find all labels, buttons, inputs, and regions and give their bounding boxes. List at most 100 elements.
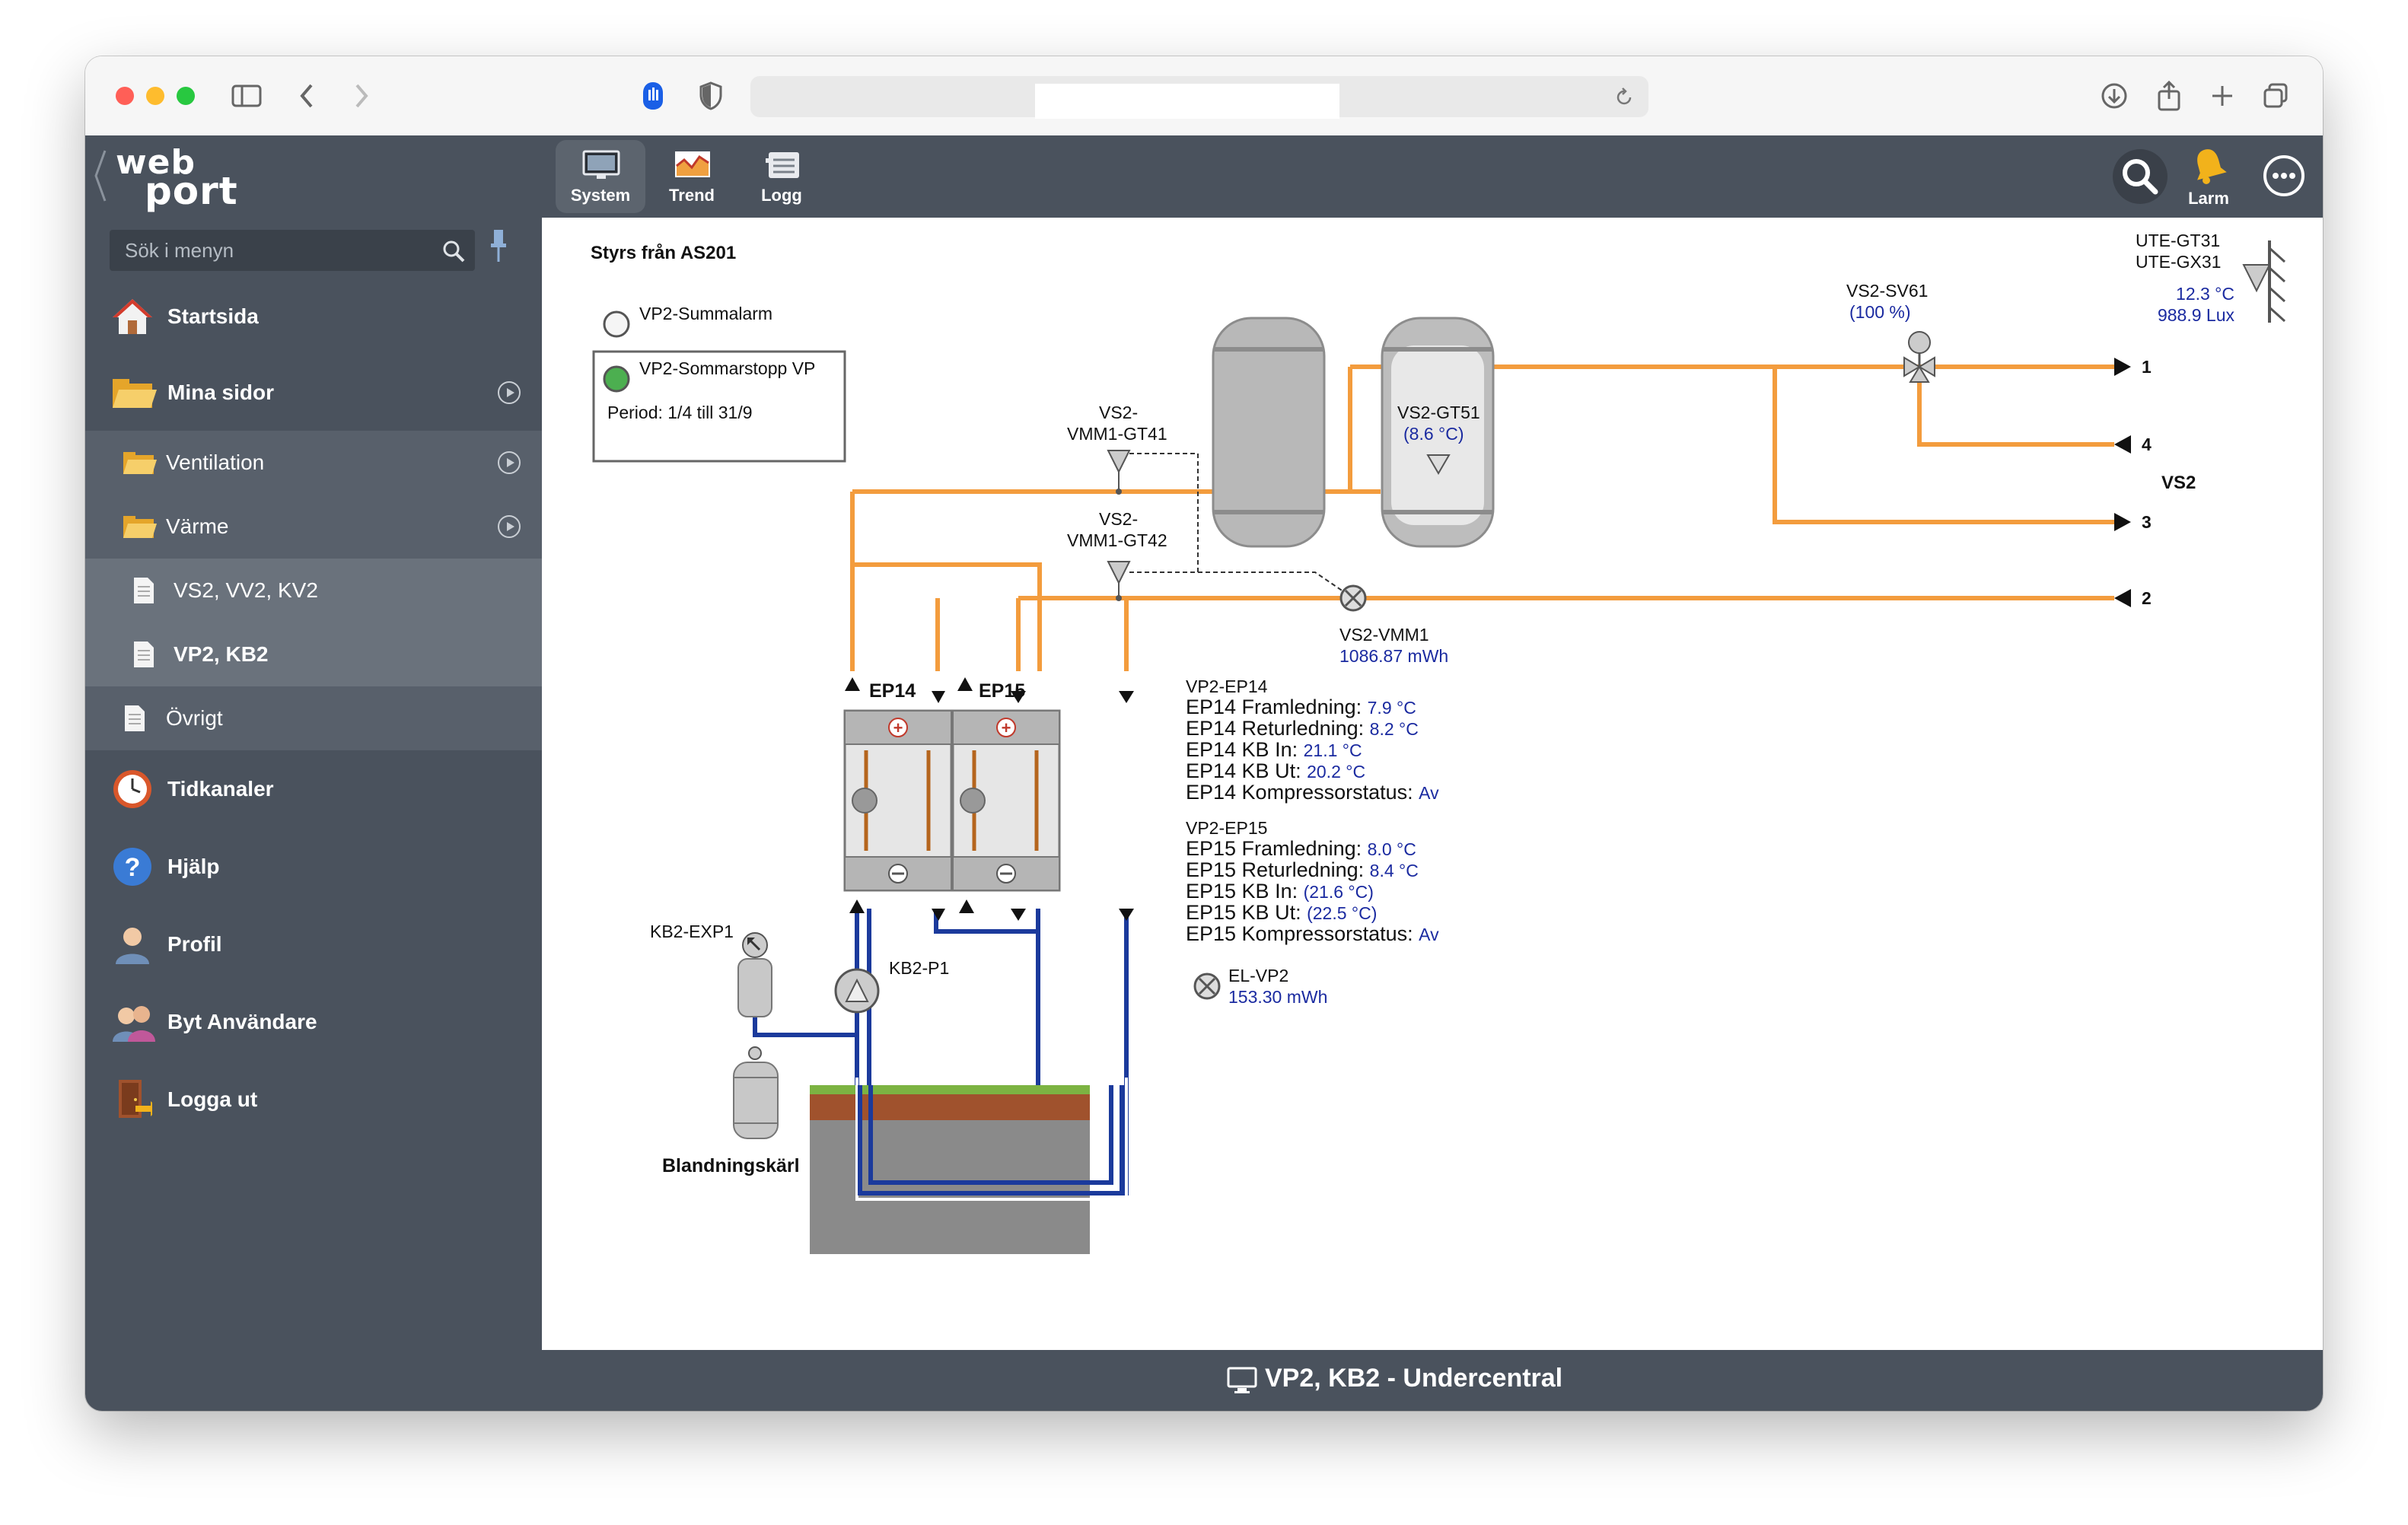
nav-trend-button[interactable]: Trend bbox=[647, 140, 737, 213]
sv61-valve-icon[interactable] bbox=[1903, 331, 1935, 383]
kb2-exp1-label: KB2-EXP1 bbox=[650, 922, 734, 941]
shield-icon[interactable] bbox=[694, 79, 728, 113]
sidebar-item-tidkanaler[interactable]: Tidkanaler bbox=[85, 750, 542, 828]
ep15-row-4: EP15 KB Ut: (22.5 °C) bbox=[1186, 901, 1377, 924]
sidebar-toggle-icon[interactable] bbox=[230, 79, 263, 113]
trend-chart-icon bbox=[675, 151, 710, 177]
sidebar-item-ovrigt[interactable]: Övrigt bbox=[85, 686, 542, 750]
new-tab-icon[interactable] bbox=[2206, 79, 2239, 113]
ep14-row-3: EP14 KB In: 21.1 °C bbox=[1186, 738, 1362, 761]
sommarstopp-period: Period: 1/4 till 31/9 bbox=[607, 403, 753, 422]
sidebar-item-profil[interactable]: Profil bbox=[85, 906, 542, 983]
folder-open-icon bbox=[123, 516, 157, 538]
el-vp2-name: EL-VP2 bbox=[1228, 966, 1288, 985]
sidebar-item-vs2-vv2-kv2[interactable]: VS2, VV2, KV2 bbox=[85, 559, 542, 622]
address-bar[interactable] bbox=[750, 76, 1648, 119]
ep14-heatpump-unit[interactable]: + bbox=[843, 709, 953, 892]
alarm-label: Larm bbox=[2188, 189, 2229, 208]
sidebar-item-varme[interactable]: Värme bbox=[85, 495, 542, 559]
blandningskarl-vessel[interactable] bbox=[733, 1062, 779, 1139]
gt51-name: VS2-GT51 bbox=[1397, 403, 1480, 422]
reload-icon[interactable] bbox=[1613, 87, 1635, 108]
ep14-row-4: EP14 KB Ut: 20.2 °C bbox=[1186, 759, 1365, 782]
close-window-button[interactable] bbox=[116, 87, 134, 105]
clock-icon bbox=[113, 770, 151, 808]
search-icon bbox=[443, 240, 465, 263]
gt42-label-1: VS2- bbox=[1099, 509, 1138, 529]
ep15-row-1: EP15 Framledning: 8.0 °C bbox=[1186, 837, 1416, 860]
nav-system-button[interactable]: System bbox=[556, 140, 645, 213]
el-vp2-value: 153.30 mWh bbox=[1228, 987, 1327, 1007]
gt41-sensor-icon[interactable] bbox=[1107, 450, 1131, 474]
pin-icon[interactable] bbox=[487, 228, 510, 263]
nav-trend-label: Trend bbox=[669, 186, 715, 205]
buffer-tank[interactable] bbox=[1212, 317, 1326, 548]
help-icon: ? bbox=[113, 848, 151, 886]
sidebar-item-vp2-kb2[interactable]: VP2, KB2 bbox=[85, 622, 542, 686]
expand-arrow-icon[interactable] bbox=[498, 451, 521, 474]
minimize-window-button[interactable] bbox=[146, 87, 164, 105]
tab-overview-icon[interactable] bbox=[2259, 79, 2292, 113]
menu-search-placeholder: Sök i menyn bbox=[125, 239, 234, 262]
port-2-label: 2 bbox=[2142, 588, 2152, 608]
ep14-block-title: VP2-EP14 bbox=[1186, 677, 1268, 696]
port-4-arrow-icon bbox=[2114, 435, 2131, 454]
privacy-hand-icon[interactable] bbox=[636, 79, 670, 113]
sidebar-item-label: Profil bbox=[167, 932, 222, 956]
svg-text:+: + bbox=[893, 718, 903, 737]
svg-text:?: ? bbox=[125, 853, 141, 882]
ep15-heatpump-unit[interactable]: + bbox=[951, 709, 1061, 892]
nav-logg-button[interactable]: Logg bbox=[737, 140, 827, 213]
share-icon[interactable] bbox=[2152, 79, 2186, 113]
search-icon bbox=[2123, 159, 2158, 195]
summalarm-label: VP2-Summalarm bbox=[639, 304, 772, 323]
summalarm-indicator[interactable] bbox=[603, 310, 630, 338]
menu-search-input[interactable]: Sök i menyn bbox=[110, 230, 475, 271]
gt42-label-2: VMM1-GT42 bbox=[1067, 530, 1167, 550]
address-bar-mask bbox=[1035, 84, 1339, 119]
kb2-p1-label: KB2-P1 bbox=[889, 958, 949, 978]
sidebar-item-label: VS2, VV2, KV2 bbox=[174, 578, 318, 602]
ep14-row-2: EP14 Returledning: 8.2 °C bbox=[1186, 717, 1419, 740]
ep14-row-5: EP14 Kompressorstatus: Av bbox=[1186, 781, 1439, 804]
kb2-exp1-vessel[interactable] bbox=[737, 932, 772, 1017]
ep15-block-title: VP2-EP15 bbox=[1186, 818, 1267, 838]
search-button[interactable] bbox=[2113, 149, 2168, 204]
alarm-button[interactable]: Larm bbox=[2178, 142, 2239, 215]
outdoor-sensor-icon[interactable] bbox=[2242, 240, 2286, 323]
downloads-icon[interactable] bbox=[2097, 79, 2131, 113]
monitor-icon bbox=[582, 150, 620, 179]
diagram-canvas: Styrs från AS201 VP2-Summalarm VP2-Somma… bbox=[542, 218, 2323, 1350]
sidebar-item-label: VP2, KB2 bbox=[174, 642, 269, 666]
sidebar-item-ventilation[interactable]: Ventilation bbox=[85, 431, 542, 495]
more-dots-icon bbox=[2273, 173, 2295, 179]
expand-arrow-icon[interactable] bbox=[498, 381, 521, 404]
page-footer: VP2, KB2 - Undercentral bbox=[542, 1350, 2323, 1411]
ute-temp-value: 12.3 °C bbox=[2176, 284, 2234, 304]
gt42-sensor-icon[interactable] bbox=[1107, 561, 1131, 585]
diagram-title: Styrs från AS201 bbox=[591, 243, 736, 263]
zoom-window-button[interactable] bbox=[177, 87, 195, 105]
bell-icon bbox=[2197, 149, 2227, 184]
sidebar-item-mina-sidor[interactable]: Mina sidor bbox=[85, 355, 542, 431]
forward-icon[interactable] bbox=[344, 79, 377, 113]
sidebar-item-hjalp[interactable]: ? Hjälp bbox=[85, 828, 542, 906]
sidebar-item-startsida[interactable]: Startsida bbox=[85, 279, 542, 355]
kb2-p1-pump-icon[interactable] bbox=[834, 968, 880, 1014]
gt42-sensor-dot bbox=[1116, 595, 1122, 601]
more-menu-button[interactable] bbox=[2263, 155, 2304, 196]
expand-arrow-icon[interactable] bbox=[498, 515, 521, 538]
sidebar-item-logga-ut[interactable]: Logga ut bbox=[85, 1061, 542, 1138]
ground-rock bbox=[810, 1120, 1090, 1254]
sidebar-item-label: Värme bbox=[166, 514, 229, 538]
port-3-label: 3 bbox=[2142, 512, 2152, 532]
sv61-value: (100 %) bbox=[1849, 302, 1911, 322]
document-icon bbox=[125, 705, 145, 731]
sommarstopp-label: VP2-Sommarstopp VP bbox=[639, 358, 815, 378]
blandningskarl-label: Blandningskärl bbox=[662, 1155, 800, 1176]
browser-window: web port System Trend Logg Larm Sök i me bbox=[85, 56, 2323, 1411]
back-icon[interactable] bbox=[291, 79, 324, 113]
sidebar-item-byt-anvandare[interactable]: Byt Användare bbox=[85, 983, 542, 1061]
collapse-sidebar-icon[interactable] bbox=[93, 149, 108, 202]
folder-open-icon bbox=[113, 379, 157, 408]
